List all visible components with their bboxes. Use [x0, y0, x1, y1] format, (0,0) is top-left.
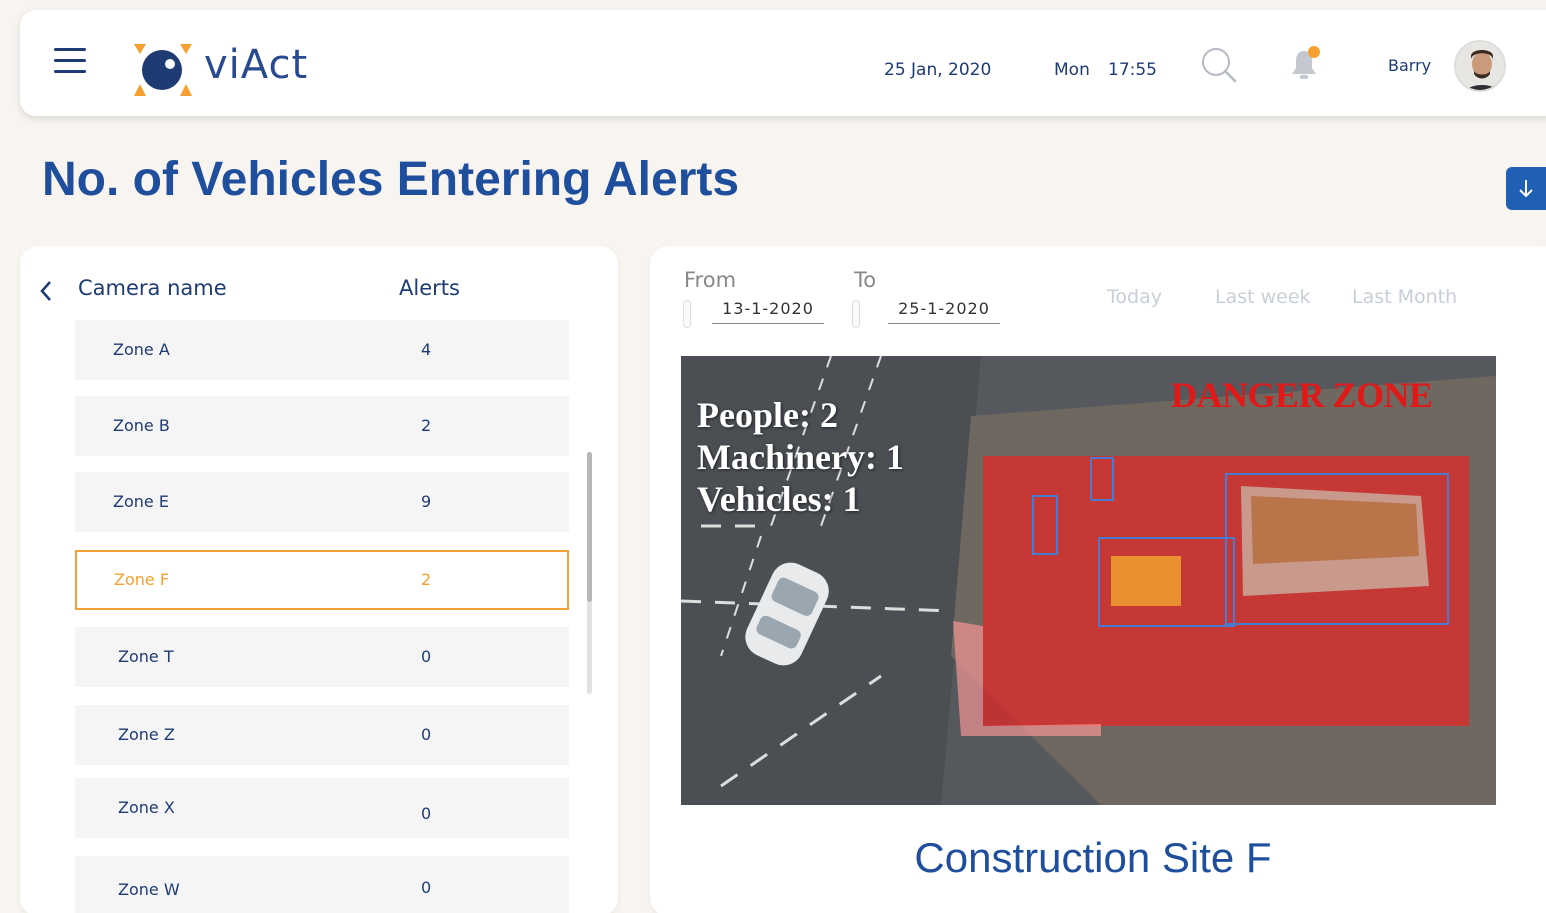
viact-logo[interactable]: viAct — [132, 38, 332, 98]
to-date-input[interactable] — [888, 294, 1000, 324]
camera-row[interactable]: Zone A 4 — [75, 320, 569, 380]
quick-filter-last-week[interactable]: Last week — [1215, 286, 1311, 308]
camera-row[interactable]: Zone B 2 — [75, 396, 569, 456]
camera-row[interactable]: Zone Z 0 — [75, 705, 569, 765]
search-icon[interactable] — [1200, 46, 1238, 84]
page-title: No. of Vehicles Entering Alerts — [42, 153, 740, 206]
alert-count: 2 — [421, 570, 432, 589]
quick-filter-last-month[interactable]: Last Month — [1352, 286, 1457, 308]
user-name[interactable]: Barry — [1388, 56, 1431, 75]
camera-name: Zone W — [118, 880, 180, 899]
camera-list-panel: Camera name Alerts Zone A 4 Zone B 2 Zon… — [20, 246, 618, 913]
machinery-count: Machinery: 1 — [697, 437, 904, 477]
camera-feed[interactable]: People: 2 Machinery: 1 Vehicles: 1 DANGE… — [681, 356, 1496, 805]
chevron-left-icon[interactable] — [34, 276, 58, 306]
column-header-alerts: Alerts — [399, 276, 460, 300]
menu-icon[interactable] — [54, 48, 86, 74]
from-date-handle[interactable] — [683, 300, 691, 328]
camera-row[interactable]: Zone T 0 — [75, 627, 569, 687]
people-count: People: 2 — [697, 395, 838, 435]
vehicles-count: Vehicles: 1 — [697, 479, 861, 519]
quick-filter-today[interactable]: Today — [1107, 286, 1162, 308]
camera-name: Zone A — [113, 340, 170, 359]
scrollbar-thumb[interactable] — [587, 452, 592, 602]
logo-text: viAct — [204, 42, 309, 88]
camera-row[interactable]: Zone E 9 — [75, 472, 569, 532]
camera-name: Zone F — [114, 570, 170, 589]
alert-count: 0 — [421, 647, 432, 666]
header-day: Mon — [1054, 60, 1090, 80]
alert-count: 4 — [421, 340, 432, 359]
download-button[interactable] — [1506, 167, 1546, 210]
camera-name: Zone E — [113, 492, 169, 511]
alert-count: 9 — [421, 492, 432, 511]
camera-name: Zone Z — [118, 725, 175, 744]
danger-zone-label: DANGER ZONE — [1171, 375, 1433, 415]
camera-detail-panel: From To Today Last week Last Month — [650, 246, 1546, 913]
bell-icon[interactable] — [1284, 44, 1324, 84]
list-scrollbar[interactable] — [587, 452, 592, 694]
camera-name: Zone T — [118, 647, 174, 666]
camera-name: Zone B — [113, 416, 170, 435]
top-header: viAct 25 Jan, 2020 Mon 17:55 Barry — [20, 10, 1546, 116]
alert-count: 0 — [421, 725, 432, 744]
notification-dot — [1308, 46, 1320, 58]
camera-row[interactable]: Zone X 0 — [75, 778, 569, 838]
from-date-input[interactable] — [712, 294, 824, 324]
logo-eye-icon — [134, 44, 192, 96]
alert-count: 0 — [421, 878, 432, 897]
camera-name: Zone X — [118, 798, 175, 817]
camera-row-selected[interactable]: Zone F 2 — [75, 550, 569, 610]
header-date: 25 Jan, 2020 — [884, 60, 992, 80]
alert-count: 0 — [421, 804, 432, 823]
avatar[interactable] — [1454, 40, 1506, 92]
detection-stats: People: 2 Machinery: 1 Vehicles: 1 — [697, 394, 904, 520]
to-date-handle[interactable] — [852, 300, 860, 328]
column-header-camera: Camera name — [78, 276, 227, 300]
arrow-down-icon — [1519, 180, 1533, 198]
header-time: 17:55 — [1108, 60, 1157, 80]
site-title: Construction Site F — [914, 834, 1272, 881]
to-label: To — [854, 268, 877, 292]
camera-row[interactable]: Zone W 0 — [75, 856, 569, 913]
alert-count: 2 — [421, 416, 432, 435]
user-portrait-icon — [1456, 42, 1504, 90]
from-label: From — [684, 268, 737, 292]
